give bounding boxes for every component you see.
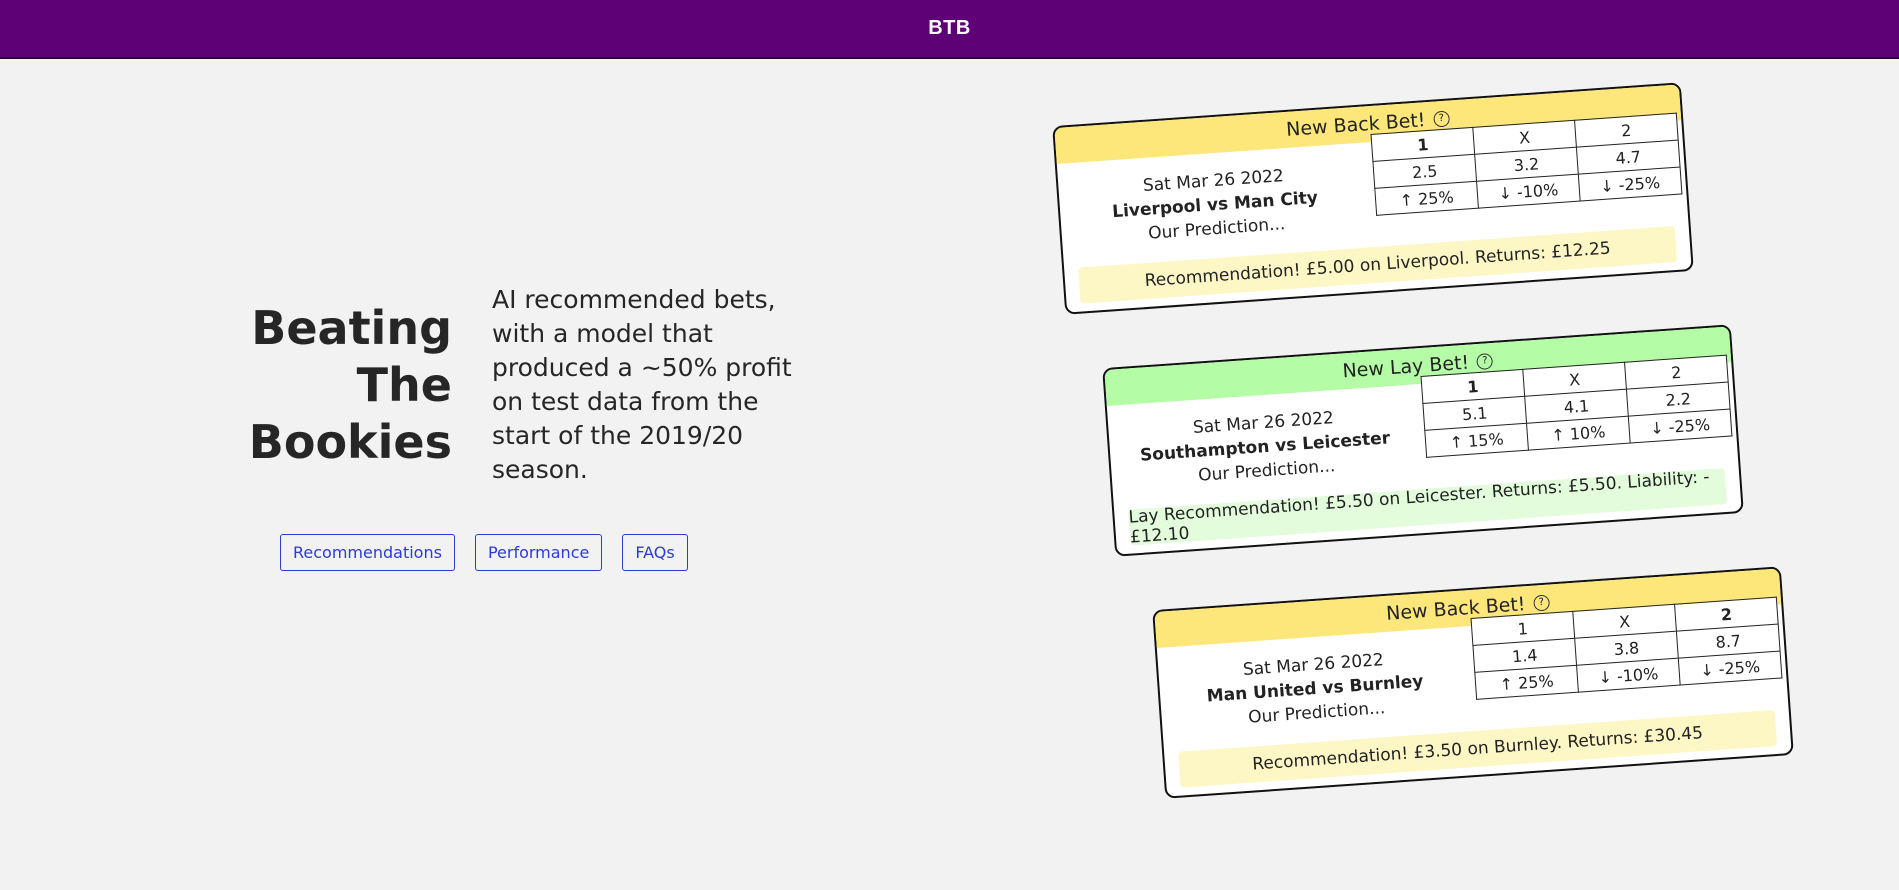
- prediction-label: Our Prediction...: [1247, 698, 1386, 728]
- question-circle-icon[interactable]: ?: [1532, 594, 1550, 612]
- match-info: Sat Mar 26 2022 Man United vs Burnley Ou…: [1157, 626, 1473, 743]
- nav-button-group: Recommendations Performance FAQs: [280, 534, 688, 571]
- hero-title-line: The: [356, 358, 452, 412]
- bet-card-liverpool: New Back Bet! ? Sat Mar 26 2022 Liverpoo…: [1052, 82, 1694, 315]
- performance-button[interactable]: Performance: [474, 534, 603, 571]
- hero-title: Beating The Bookies: [230, 300, 452, 471]
- brand-logo-text[interactable]: BTB: [928, 17, 971, 40]
- bet-card-man-united: New Back Bet! ? Sat Mar 26 2022 Man Unit…: [1152, 566, 1794, 799]
- top-navbar: BTB: [0, 0, 1899, 59]
- hero-title-line: Beating: [251, 301, 452, 355]
- hero-description: AI recommended bets, with a model that p…: [492, 285, 792, 484]
- match-teams: Man United vs Burnley: [1206, 671, 1425, 707]
- bet-card-southampton: New Lay Bet! ? Sat Mar 26 2022 Southampt…: [1102, 324, 1744, 557]
- hero-title-line: Bookies: [248, 415, 452, 469]
- match-info: Sat Mar 26 2022 Liverpool vs Man City Ou…: [1057, 142, 1373, 259]
- faqs-button[interactable]: FAQs: [622, 534, 688, 571]
- question-circle-icon[interactable]: ?: [1432, 110, 1450, 128]
- prediction-label: Our Prediction...: [1197, 456, 1336, 486]
- match-info: Sat Mar 26 2022 Southampton vs Leicester…: [1107, 384, 1423, 501]
- prediction-label: Our Prediction...: [1147, 214, 1286, 244]
- recommendations-button[interactable]: Recommendations: [280, 534, 455, 571]
- question-circle-icon[interactable]: ?: [1476, 352, 1494, 371]
